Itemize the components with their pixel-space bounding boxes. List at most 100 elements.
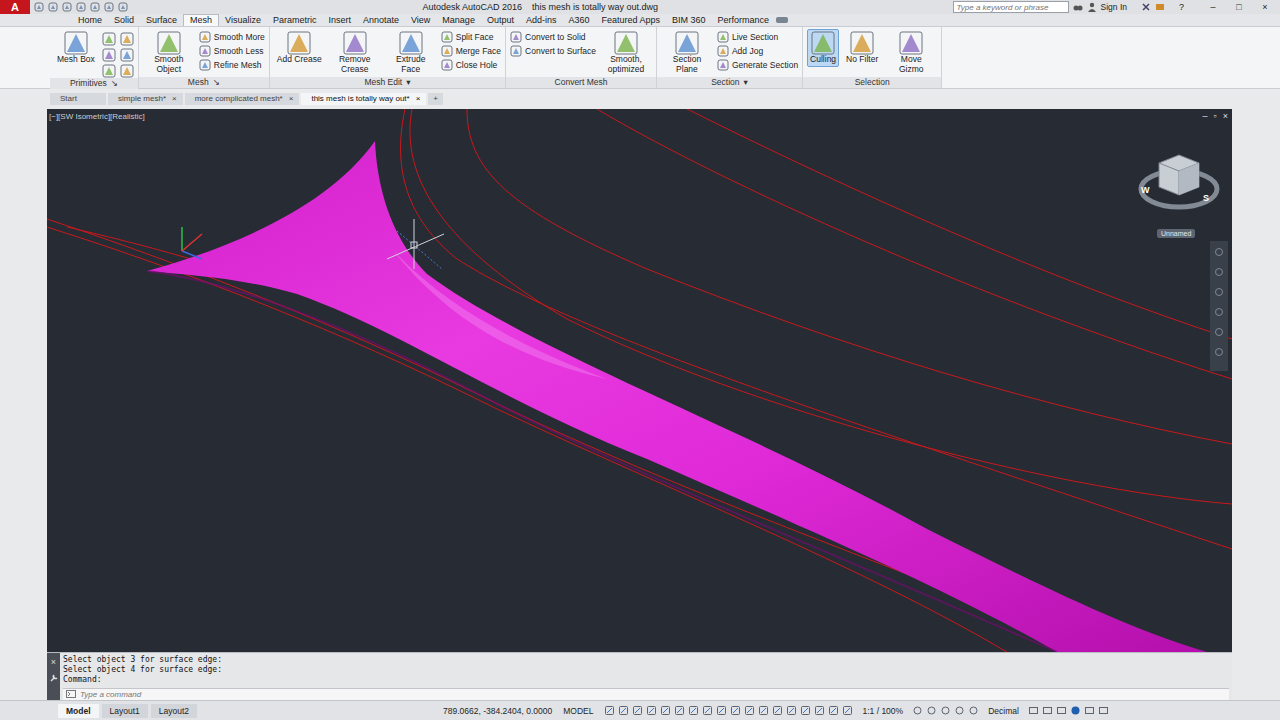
status-toggle-icon[interactable] xyxy=(940,705,951,716)
status-toggle-icon[interactable] xyxy=(646,705,657,716)
status-toggle-icon[interactable] xyxy=(688,705,699,716)
ribbon-button[interactable]: No Filter xyxy=(843,29,881,67)
file-tab[interactable]: this mesh is totally way out*× xyxy=(301,93,426,105)
ribbon-tab[interactable]: Solid xyxy=(108,14,140,26)
ribbon-button[interactable]: Live Section xyxy=(717,31,798,43)
status-toggle-icon[interactable] xyxy=(954,705,965,716)
status-toggle-icon[interactable] xyxy=(716,705,727,716)
ribbon-tab[interactable]: A360 xyxy=(562,14,595,26)
close-tab-button[interactable]: × xyxy=(416,94,421,103)
layout-tab[interactable]: Layout1 xyxy=(102,704,148,718)
ribbon-button[interactable]: Smooth, optimized xyxy=(600,29,652,76)
ucs-menu[interactable]: Unnamed xyxy=(1157,229,1195,238)
search-field[interactable] xyxy=(953,1,1069,13)
navigation-icon[interactable] xyxy=(1214,267,1224,277)
status-toggle-icon[interactable] xyxy=(618,705,629,716)
status-toggle-icon[interactable] xyxy=(1056,705,1067,716)
ribbon-tab[interactable]: Manage xyxy=(436,14,481,26)
ribbon-button[interactable]: Merge Face xyxy=(441,45,501,57)
panel-arrow[interactable]: ▾ xyxy=(744,77,748,88)
application-button[interactable]: A xyxy=(0,0,30,14)
quick-access-icon[interactable] xyxy=(48,2,58,12)
x-icon[interactable] xyxy=(1141,2,1151,12)
status-toggle-icon[interactable] xyxy=(702,705,713,716)
close-command-button[interactable]: × xyxy=(51,657,56,667)
ribbon-tab[interactable]: Home xyxy=(72,14,108,26)
viewcube-icon[interactable] xyxy=(1137,147,1221,217)
status-toggle-icon[interactable] xyxy=(604,705,615,716)
status-toggle-icon[interactable] xyxy=(1042,705,1053,716)
ribbon-button[interactable]: Add Crease xyxy=(274,29,325,67)
status-toggle-icon[interactable] xyxy=(632,705,643,716)
ribbon-tab[interactable]: View xyxy=(405,14,436,26)
panel-arrow[interactable]: ↘ xyxy=(213,77,220,88)
status-toggle-icon[interactable] xyxy=(814,705,825,716)
status-toggle-icon[interactable] xyxy=(786,705,797,716)
panel-arrow[interactable]: ▾ xyxy=(406,77,410,88)
prompt-icon[interactable] xyxy=(66,690,76,698)
annotation-scale[interactable]: 1:1 / 100% xyxy=(862,706,903,716)
close-tab-button[interactable]: × xyxy=(172,94,177,103)
ribbon-tab[interactable]: Surface xyxy=(140,14,183,26)
status-toggle-icon[interactable] xyxy=(968,705,979,716)
ribbon-button[interactable] xyxy=(120,64,134,78)
ribbon-button[interactable]: Extrude Face xyxy=(385,29,437,76)
ribbon-button[interactable] xyxy=(102,64,116,78)
ribbon-button[interactable]: Section Plane xyxy=(661,29,713,76)
user-icon[interactable] xyxy=(1087,2,1097,12)
status-toggle-icon[interactable] xyxy=(1084,705,1095,716)
status-toggle-icon[interactable] xyxy=(800,705,811,716)
window-button[interactable]: – xyxy=(1202,2,1224,12)
coordinates[interactable]: 789.0662, -384.2404, 0.0000 xyxy=(443,706,552,716)
status-toggle-icon[interactable] xyxy=(772,705,783,716)
ribbon-button[interactable]: Move Gizmo xyxy=(885,29,937,76)
ribbon-button[interactable]: Smooth Less xyxy=(199,45,265,57)
ribbon-tab[interactable]: Insert xyxy=(322,14,357,26)
binoculars-icon[interactable] xyxy=(1073,2,1083,12)
units[interactable]: Decimal xyxy=(988,706,1019,716)
quick-access-icon[interactable] xyxy=(34,2,44,12)
tab-options-icon[interactable] xyxy=(775,15,789,25)
ribbon-button[interactable] xyxy=(120,32,134,46)
ribbon-button[interactable]: Generate Section xyxy=(717,59,798,71)
layout-tab[interactable]: Model xyxy=(58,704,99,718)
viewport[interactable]: [−][SW Isometric][Realistic]–▫×WSUnnamed xyxy=(47,109,1232,652)
wrench-icon[interactable] xyxy=(49,673,58,682)
file-tab[interactable]: Start xyxy=(50,93,106,105)
status-toggle-icon[interactable] xyxy=(1098,705,1109,716)
exchange-icon[interactable] xyxy=(1155,2,1165,12)
ribbon-button[interactable]: Split Face xyxy=(441,31,501,43)
status-toggle-icon[interactable] xyxy=(926,705,937,716)
ribbon-button[interactable] xyxy=(102,48,116,62)
file-tab[interactable]: more complicated mesh*× xyxy=(185,93,300,105)
ribbon-tab[interactable]: Parametric xyxy=(267,14,323,26)
navigation-icon[interactable] xyxy=(1214,307,1224,317)
status-toggle-icon[interactable] xyxy=(758,705,769,716)
status-toggle-icon[interactable] xyxy=(660,705,671,716)
file-tab[interactable]: simple mesh*× xyxy=(108,93,183,105)
close-tab-button[interactable]: × xyxy=(289,94,294,103)
quick-access-icon[interactable] xyxy=(76,2,86,12)
ribbon-button[interactable]: Close Hole xyxy=(441,59,501,71)
command-input[interactable] xyxy=(80,689,1226,699)
status-toggle-icon[interactable] xyxy=(744,705,755,716)
status-toggle-icon[interactable] xyxy=(912,705,923,716)
sign-in[interactable]: Sign In xyxy=(1101,2,1127,12)
viewport-control-button[interactable]: × xyxy=(1223,111,1228,121)
help-button[interactable]: ? xyxy=(1179,2,1184,12)
ribbon-button[interactable]: Convert to Surface xyxy=(510,45,596,57)
status-toggle-icon[interactable] xyxy=(730,705,741,716)
ribbon-button[interactable] xyxy=(120,48,134,62)
window-button[interactable]: □ xyxy=(1228,2,1250,12)
ribbon-button[interactable]: Convert to Solid xyxy=(510,31,596,43)
status-toggle-icon[interactable] xyxy=(1028,705,1039,716)
ribbon-button[interactable]: Add Jog xyxy=(717,45,798,57)
viewport-label[interactable]: [−][SW Isometric][Realistic] xyxy=(49,112,145,121)
ribbon-tab[interactable]: Featured Apps xyxy=(595,14,666,26)
ribbon-tab[interactable]: Mesh xyxy=(183,14,219,26)
navigation-icon[interactable] xyxy=(1214,287,1224,297)
quick-access-icon[interactable] xyxy=(104,2,114,12)
ribbon-button[interactable]: Smooth Object xyxy=(143,29,195,76)
viewport-control-button[interactable]: ▫ xyxy=(1214,111,1217,121)
ribbon-tab[interactable]: Performance xyxy=(712,14,776,26)
